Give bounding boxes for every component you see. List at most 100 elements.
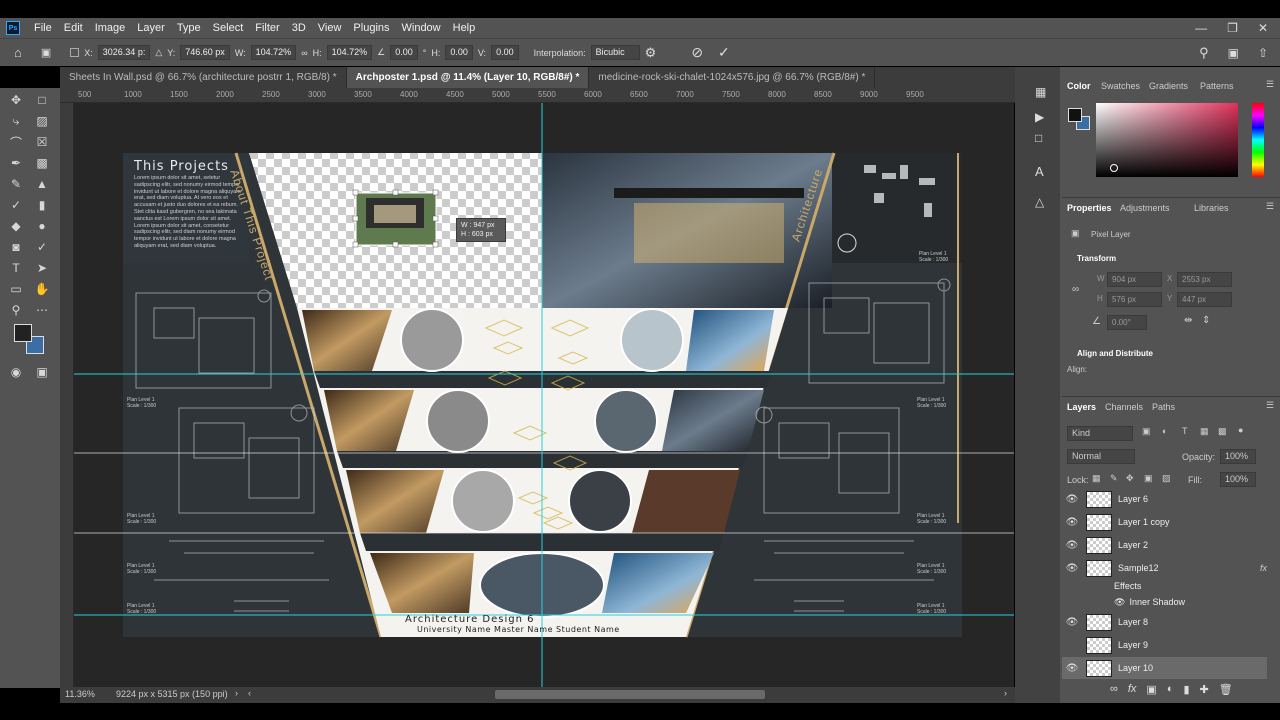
layer-row-layer-10[interactable]: 👁 Layer 10 <box>1062 657 1267 679</box>
link-icon[interactable]: ∞ <box>301 48 307 58</box>
move-tool-icon[interactable]: ✥ <box>6 91 26 109</box>
object-select-icon[interactable]: ▨ <box>32 112 52 130</box>
screen-mode-icon[interactable]: ▣ <box>32 363 52 381</box>
add-mask-icon[interactable]: ▣ <box>1146 683 1156 699</box>
reference-point-icon[interactable]: ▣ <box>41 46 51 59</box>
menu-filter[interactable]: Filter <box>249 22 285 34</box>
tab-paths[interactable]: Paths <box>1152 402 1175 412</box>
filter-type-icon[interactable]: T <box>1182 426 1188 436</box>
commit-transform-icon[interactable]: ✓ <box>718 44 730 61</box>
menu-plugins[interactable]: Plugins <box>347 22 395 34</box>
effect-eye-icon[interactable]: 👁 <box>1114 597 1125 608</box>
filter-toggle-icon[interactable]: ● <box>1238 425 1243 435</box>
y-field[interactable]: 746.60 px <box>180 45 230 60</box>
layer-name[interactable]: Layer 2 <box>1118 540 1148 550</box>
warp-icon[interactable]: ⚙ <box>645 45 657 61</box>
layer-inner-shadow-row[interactable]: 👁 Inner Shadow <box>1062 591 1267 613</box>
fx-icon[interactable]: fx <box>1260 563 1267 573</box>
more-tools-icon[interactable]: ⋯ <box>32 301 52 319</box>
menu-edit[interactable]: Edit <box>58 22 89 34</box>
tab-properties[interactable]: Properties <box>1067 203 1112 213</box>
visibility-eye-icon[interactable]: 👁 <box>1062 540 1082 551</box>
color-fg-swatch[interactable] <box>1068 108 1082 122</box>
menu-select[interactable]: Select <box>207 22 250 34</box>
layer-row-layer-1-copy[interactable]: 👁 Layer 1 copy <box>1062 511 1267 533</box>
home-icon[interactable]: ⌂ <box>14 45 22 60</box>
brush-tool-icon[interactable]: ✎ <box>6 175 26 193</box>
eraser-tool-icon[interactable]: ▮ <box>32 196 52 214</box>
layer-row-layer-9[interactable]: Layer 9 <box>1062 634 1267 656</box>
character-icon[interactable]: A <box>1035 164 1044 179</box>
visibility-eye-icon[interactable]: 👁 <box>1062 494 1082 505</box>
filter-adjust-icon[interactable]: ◐ <box>1162 426 1167 436</box>
horizontal-scrollbar[interactable] <box>495 690 765 699</box>
scroll-left-icon[interactable]: ‹ <box>248 688 251 698</box>
tab-gradients[interactable]: Gradients <box>1149 81 1188 91</box>
scroll-right-icon[interactable]: › <box>1004 688 1007 698</box>
zoom-tool-icon[interactable]: ⚲ <box>6 301 26 319</box>
filter-kind-select[interactable]: Kind <box>1067 426 1133 441</box>
patch-tool-icon[interactable]: ▩ <box>32 154 52 172</box>
foreground-color-swatch[interactable] <box>14 324 32 342</box>
blend-mode-select[interactable]: Normal <box>1067 449 1135 464</box>
actions-icon[interactable]: ▶ <box>1035 110 1044 124</box>
delta-icon[interactable]: △ <box>155 47 162 58</box>
layer-row-layer-2[interactable]: 👁 Layer 2 <box>1062 534 1267 556</box>
panel-menu-icon[interactable]: ☰ <box>1266 201 1274 212</box>
x-field[interactable]: 3026.34 p: <box>97 45 151 60</box>
transform-w-field[interactable]: 904 px <box>1107 272 1162 287</box>
lasso-tool-icon[interactable]: ⤷ <box>6 112 26 130</box>
filter-smart-icon[interactable]: ▩ <box>1218 426 1227 437</box>
menu-3d[interactable]: 3D <box>286 22 312 34</box>
lock-transparency-icon[interactable]: ▦ <box>1092 473 1101 484</box>
minimize-icon[interactable]: — <box>1195 21 1207 35</box>
opacity-field[interactable]: 100% <box>1220 449 1256 464</box>
flip-horizontal-icon[interactable]: ⇹ <box>1184 315 1192 326</box>
vskew-field[interactable]: 0.00 <box>491 45 519 60</box>
reference-checkbox[interactable] <box>70 48 80 57</box>
vertical-ruler[interactable] <box>60 103 74 687</box>
share-icon[interactable]: ⇧ <box>1258 46 1268 60</box>
angle-field[interactable]: 0.00 <box>390 45 418 60</box>
tab-libraries[interactable]: Libraries <box>1194 203 1229 213</box>
new-layer-icon[interactable]: ✚ <box>1200 683 1209 699</box>
link-wh-icon[interactable]: ∞ <box>1072 284 1079 295</box>
history-icon[interactable]: ▦ <box>1035 85 1046 99</box>
layer-name[interactable]: Layer 9 <box>1118 640 1148 650</box>
comments-icon[interactable]: □ <box>1035 131 1042 145</box>
transform-h-field[interactable]: 576 px <box>1107 292 1162 307</box>
path-select-icon[interactable]: ➤ <box>32 259 52 277</box>
menu-view[interactable]: View <box>312 22 348 34</box>
cancel-transform-icon[interactable]: ⊘ <box>691 44 703 61</box>
eyedropper-icon[interactable]: ✒ <box>6 154 26 172</box>
delete-layer-icon[interactable]: 🗑 <box>1219 683 1233 699</box>
menu-help[interactable]: Help <box>447 22 482 34</box>
crop-tool-icon[interactable]: ⌒ <box>6 133 26 151</box>
zoom-level[interactable]: 11.36% <box>65 689 95 699</box>
visibility-eye-icon[interactable]: 👁 <box>1062 617 1082 628</box>
flip-vertical-icon[interactable]: ⇕ <box>1202 315 1210 326</box>
type-tool-icon[interactable]: T <box>6 259 26 277</box>
hskew-field[interactable]: 0.00 <box>445 45 473 60</box>
horizontal-ruler[interactable]: 500 1000 1500 2000 2500 3000 3500 4000 4500 5000 5… <box>60 88 1015 103</box>
visibility-eye-icon[interactable]: 👁 <box>1062 517 1082 528</box>
tab-patterns[interactable]: Patterns <box>1200 81 1234 91</box>
layer-name[interactable]: Layer 10 <box>1118 663 1153 673</box>
dodge-tool-icon[interactable]: ◙ <box>6 238 26 256</box>
filter-pixel-icon[interactable]: ▣ <box>1142 426 1151 437</box>
tab-channels[interactable]: Channels <box>1105 402 1143 412</box>
close-window-icon[interactable]: ✕ <box>1258 21 1268 35</box>
document-canvas[interactable]: This Projects Lorem ipsum dolor sit amet… <box>74 103 1014 687</box>
tab-archposter[interactable]: Archposter 1.psd @ 11.4% (Layer 10, RGB/… <box>346 67 590 88</box>
layer-row-layer-6[interactable]: 👁 Layer 6 <box>1062 488 1267 510</box>
menu-image[interactable]: Image <box>89 22 132 34</box>
tab-swatches[interactable]: Swatches <box>1101 81 1140 91</box>
filter-shape-icon[interactable]: ▦ <box>1200 426 1209 437</box>
layer-name[interactable]: Layer 6 <box>1118 494 1148 504</box>
transform-x-field[interactable]: 2553 px <box>1177 272 1232 287</box>
transform-y-field[interactable]: 447 px <box>1177 292 1232 307</box>
menu-layer[interactable]: Layer <box>131 22 171 34</box>
stamp-tool-icon[interactable]: ▲ <box>32 175 52 193</box>
tab-sheets-in-wall[interactable]: Sheets In Wall.psd @ 66.7% (architecture… <box>60 67 347 88</box>
tab-adjustments[interactable]: Adjustments <box>1120 203 1170 213</box>
